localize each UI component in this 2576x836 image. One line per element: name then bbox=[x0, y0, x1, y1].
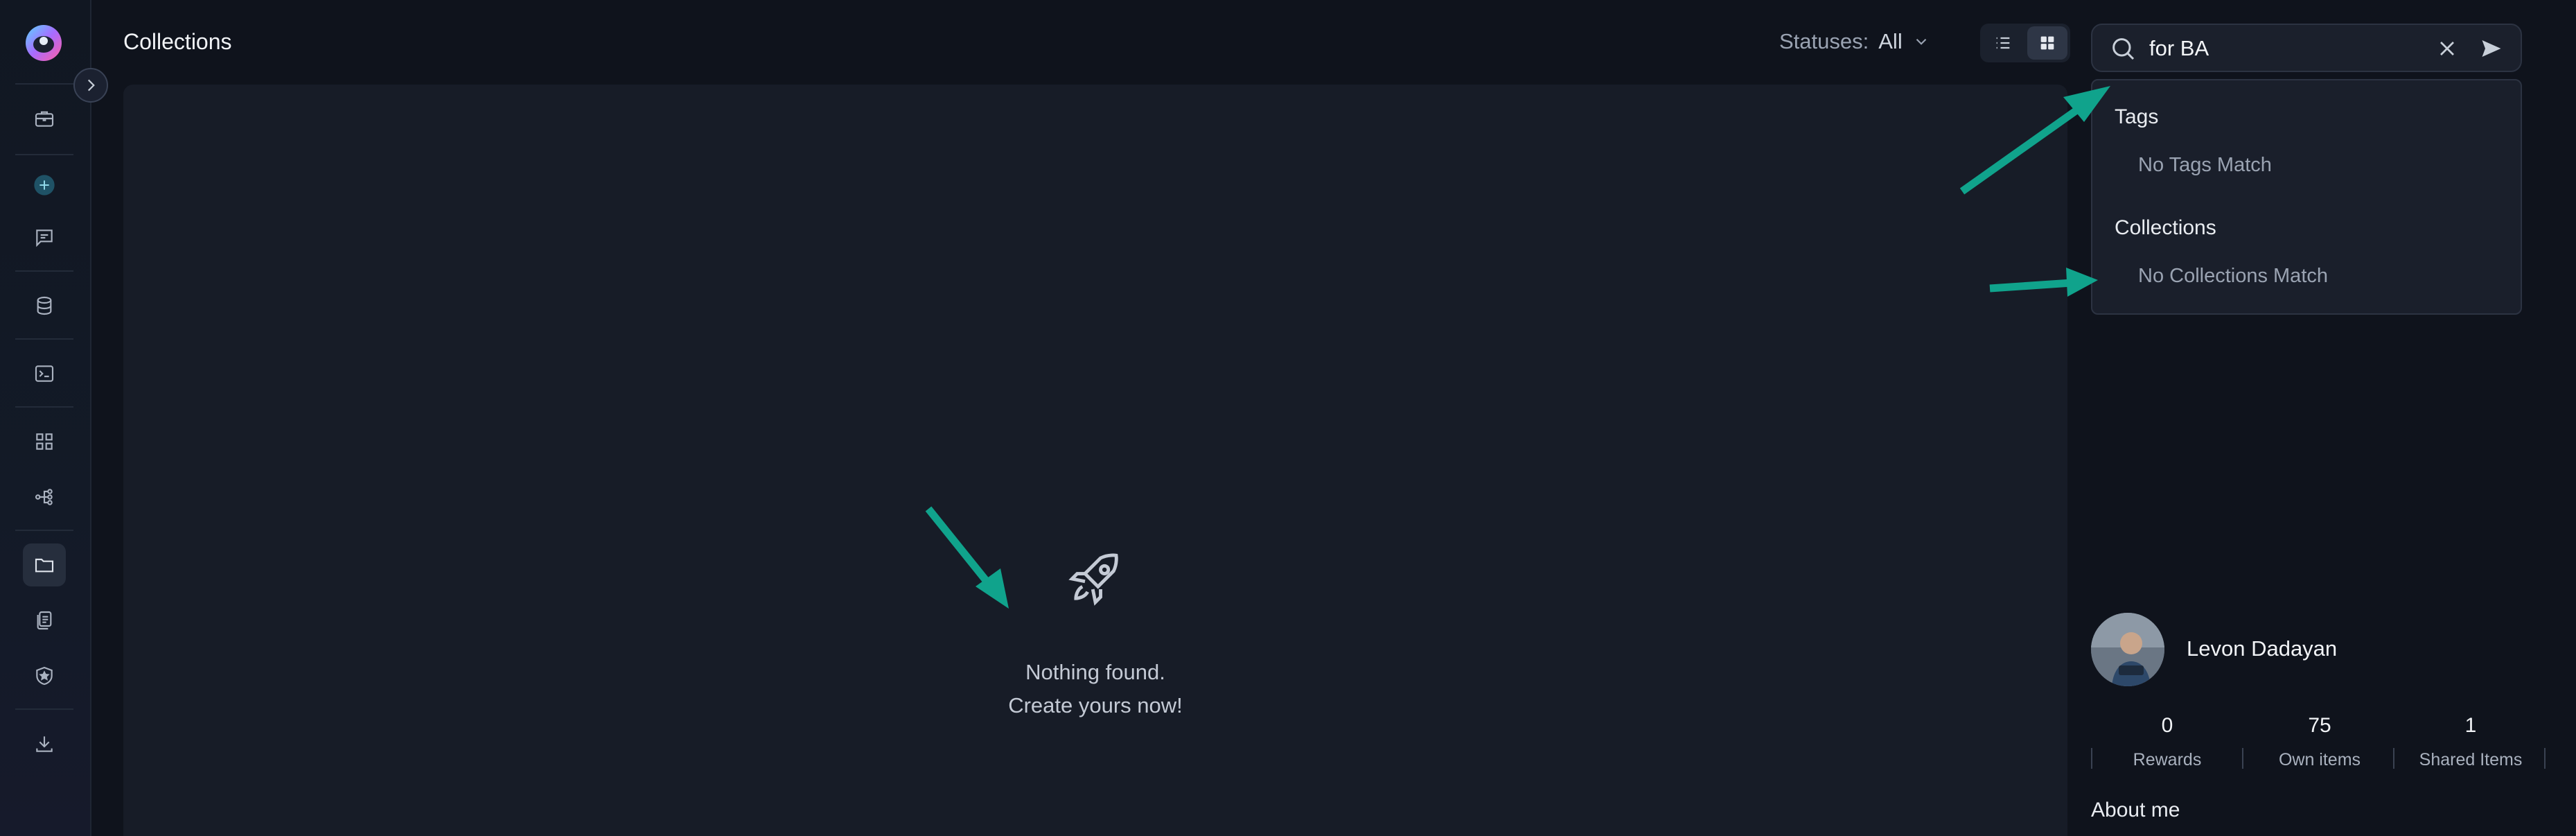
empty-state-title: Nothing found. bbox=[1025, 660, 1165, 684]
collections-heading: Collections bbox=[2115, 216, 2216, 239]
terminal-icon[interactable] bbox=[23, 352, 66, 395]
stat-label: Shared Items bbox=[2419, 750, 2523, 769]
search-icon bbox=[2109, 35, 2137, 66]
profile-card: Levon Dadayan 0 Rewards 75 Own items 1 S… bbox=[2091, 613, 2548, 836]
shield-star-icon[interactable] bbox=[23, 654, 66, 697]
send-icon[interactable] bbox=[2479, 36, 2504, 64]
rocket-icon bbox=[1064, 548, 1127, 610]
statuses-label: Statuses: bbox=[1779, 29, 1869, 53]
plus-icon[interactable] bbox=[23, 164, 66, 207]
stat-rewards[interactable]: 0 Rewards bbox=[2091, 714, 2243, 770]
documents-icon[interactable] bbox=[23, 599, 66, 642]
stat-value: 0 bbox=[2161, 714, 2173, 737]
stat-label: Own items bbox=[2278, 750, 2361, 769]
statuses-filter[interactable]: Statuses: All bbox=[1779, 29, 1930, 54]
search-box bbox=[2091, 24, 2522, 72]
expand-sidebar-button[interactable] bbox=[73, 68, 108, 103]
collections-empty-message: No Collections Match bbox=[2138, 265, 2328, 287]
grid-view-icon bbox=[2040, 36, 2054, 50]
folder-icon[interactable] bbox=[23, 543, 66, 586]
profile-name: Levon Dadayan bbox=[2187, 636, 2338, 661]
stat-own-items[interactable]: 75 Own items bbox=[2243, 714, 2396, 770]
briefcase-icon[interactable] bbox=[23, 97, 66, 140]
grid-icon[interactable] bbox=[23, 420, 66, 463]
sidebar bbox=[0, 0, 91, 836]
collections-panel: Nothing found. Create yours now! bbox=[123, 85, 2067, 836]
empty-state-cta[interactable]: Create yours now! bbox=[123, 693, 2067, 718]
tags-heading: Tags bbox=[2115, 105, 2159, 128]
download-icon[interactable] bbox=[23, 722, 66, 765]
stat-value: 1 bbox=[2464, 714, 2477, 737]
tags-empty-message: No Tags Match bbox=[2138, 154, 2272, 176]
page-title: Collections bbox=[123, 29, 232, 54]
app-logo[interactable] bbox=[22, 22, 65, 65]
about-me-heading: About me bbox=[2091, 799, 2180, 821]
list-icon bbox=[1996, 37, 2010, 49]
list-view-button[interactable] bbox=[1983, 26, 2023, 60]
statuses-value: All bbox=[1878, 29, 1903, 53]
database-icon[interactable] bbox=[23, 284, 66, 327]
stat-shared-items[interactable]: 1 Shared Items bbox=[2394, 714, 2547, 770]
view-toggle bbox=[1980, 24, 2070, 62]
avatar[interactable] bbox=[2091, 613, 2164, 686]
search-input[interactable] bbox=[2148, 33, 2428, 64]
stat-label: Rewards bbox=[2133, 750, 2202, 769]
chevron-right-icon bbox=[87, 79, 95, 92]
search-suggestions-dropdown: Tags No Tags Match Collections No Collec… bbox=[2091, 79, 2522, 315]
chat-icon[interactable] bbox=[23, 216, 66, 259]
workflow-icon[interactable] bbox=[23, 476, 66, 519]
grid-view-button[interactable] bbox=[2027, 26, 2067, 60]
chevron-down-icon bbox=[1916, 38, 1926, 45]
stat-value: 75 bbox=[2308, 714, 2331, 737]
clear-search-icon[interactable] bbox=[2435, 36, 2460, 64]
